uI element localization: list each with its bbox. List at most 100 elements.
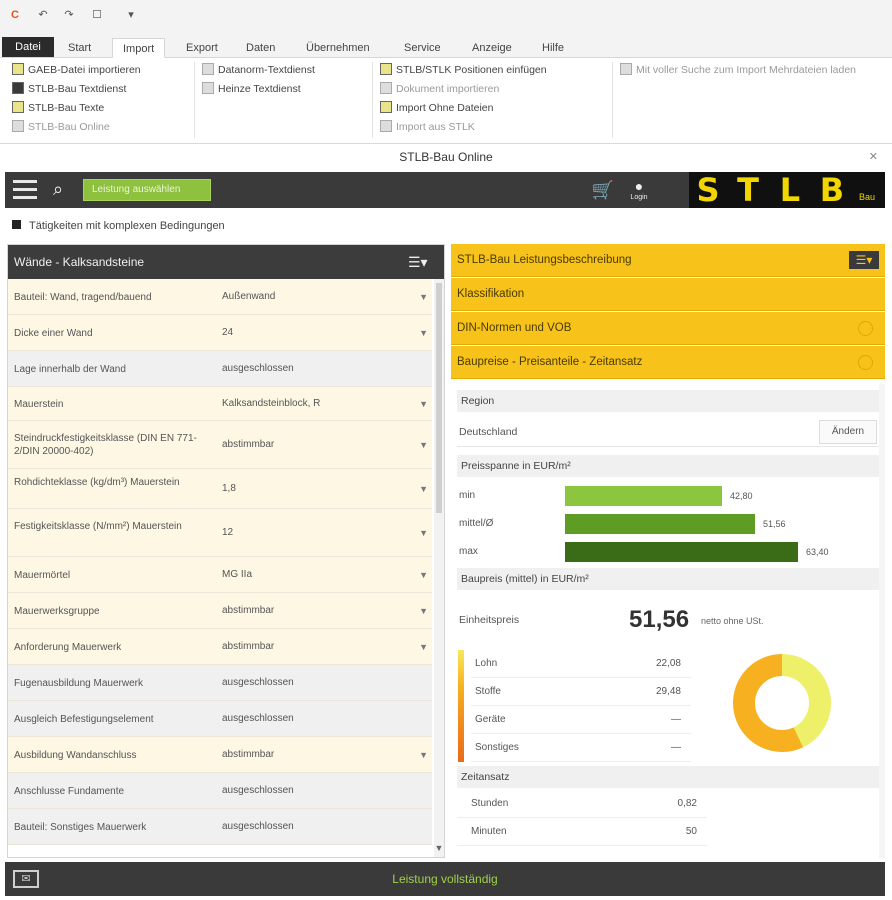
change-region-button[interactable]: Ändern	[819, 420, 877, 444]
cart-icon[interactable]: 🛒	[591, 178, 615, 202]
undo-icon[interactable]: ↶	[36, 8, 50, 22]
import-stlk-button[interactable]: Import aus STLK	[380, 119, 475, 136]
attribute-value[interactable]: 1,8	[222, 469, 236, 509]
attribute-value[interactable]: Kalksandsteinblock, R	[222, 387, 320, 421]
attribute-row[interactable]: Mauerstein Kalksandsteinblock, R ▼	[8, 387, 432, 421]
dropdown-arrow-icon[interactable]: ▼	[419, 593, 428, 629]
heinze-button[interactable]: Heinze Textdienst	[202, 81, 301, 98]
user-icon[interactable]: ● Login	[627, 178, 651, 202]
ribbon-separator	[372, 62, 373, 138]
tab-anzeige[interactable]: Anzeige	[462, 38, 522, 58]
dokument-import-button[interactable]: Dokument importieren	[380, 81, 499, 98]
tab-uebernehmen[interactable]: Übernehmen	[296, 38, 380, 58]
mehrdateien-button[interactable]: Mit voller Suche zum Import Mehrdateien …	[620, 62, 856, 79]
attribute-label: Anforderung Mauerwerk	[14, 641, 122, 653]
tab-daten[interactable]: Daten	[236, 38, 285, 58]
datanorm-button[interactable]: Datanorm-Textdienst	[202, 62, 315, 79]
attribute-row[interactable]: Anschlusse Fundamente ausgeschlossen	[8, 773, 432, 809]
tab-start[interactable]: Start	[58, 38, 101, 58]
scrollbar[interactable]	[879, 384, 885, 858]
section-baupreise[interactable]: Baupreise - Preisanteile - Zeitansatz	[451, 346, 885, 379]
dropdown-arrow-icon[interactable]: ▼	[419, 557, 428, 593]
attribute-row[interactable]: Ausgleich Befestigungselement ausgeschlos…	[8, 701, 432, 737]
attribute-value[interactable]: abstimmbar	[222, 737, 274, 773]
price-value: 63,40	[806, 547, 829, 557]
attribute-label: Festigkeitsklasse (N/mm²) Mauerstein	[14, 521, 182, 532]
dropdown-arrow-icon[interactable]: ▼	[419, 421, 428, 469]
dropdown-arrow-icon[interactable]: ▼	[419, 629, 428, 665]
section-klassifikation[interactable]: Klassifikation	[451, 278, 885, 311]
tab-hilfe[interactable]: Hilfe	[532, 38, 574, 58]
section-title: Baupreise - Preisanteile - Zeitansatz	[457, 356, 643, 368]
attribute-row[interactable]: Steindruckfestigkeitsklasse (DIN EN 771-…	[8, 421, 432, 469]
expand-circle-icon[interactable]	[858, 355, 873, 370]
attribute-row[interactable]: Rohdichteklasse (kg/dm³) Mauerstein 1,8 ▼	[8, 469, 432, 509]
attribute-value[interactable]: Außenwand	[222, 279, 275, 315]
main-toolbar: ⌕ Leistung auswählen 🛒 ● Login S T L B Ba…	[5, 172, 885, 208]
dropdown-arrow-icon[interactable]: ▼	[419, 315, 428, 351]
attribute-row[interactable]: Dicke einer Wand 24 ▼	[8, 315, 432, 351]
hamburger-menu-icon[interactable]	[13, 180, 37, 200]
status-bar: ✉ Leistung vollständig	[5, 862, 885, 896]
dropdown-arrow-icon[interactable]: ▼	[419, 387, 428, 421]
app-icon[interactable]: C	[8, 8, 22, 22]
attribute-value: ausgeschlossen	[222, 677, 294, 688]
ribbon-tab-bar: Datei Start Import Export Daten Übernehm…	[0, 34, 892, 58]
tab-export[interactable]: Export	[176, 38, 228, 58]
attribute-value[interactable]: abstimmbar	[222, 421, 274, 469]
stlb-texte-label: STLB-Bau Texte	[28, 102, 105, 114]
detail-panel: STLB-Bau Leistungsbeschreibung ☰▾ Klassi…	[451, 244, 885, 858]
attribute-row[interactable]: Fugenausbildung Mauerwerk ausgeschlossen	[8, 665, 432, 701]
attribute-row[interactable]: Festigkeitsklasse (N/mm²) Mauerstein 12 ▼	[8, 509, 432, 557]
tab-import[interactable]: Import	[112, 38, 166, 58]
attribute-row[interactable]: Mauerwerksgruppe abstimmbar ▼	[8, 593, 432, 629]
dropdown-arrow-icon[interactable]: ▼	[419, 469, 428, 509]
attribute-row[interactable]: Lage innerhalb der Wand ausgeschlossen	[8, 351, 432, 387]
dropdown-arrow-icon[interactable]: ▼	[419, 509, 428, 557]
search-input[interactable]: Leistung auswählen	[83, 179, 211, 201]
scroll-down-icon[interactable]: ▼	[434, 843, 444, 853]
attribute-row[interactable]: Mauermörtel MG IIa ▼	[8, 557, 432, 593]
stlb-texte-button[interactable]: STLB-Bau Texte	[12, 100, 104, 117]
attribute-row[interactable]: Bauteil: Sonstiges Mauerwerk ausgeschloss…	[8, 809, 432, 845]
checkbox-icon[interactable]	[12, 220, 21, 229]
section-menu-icon[interactable]: ☰▾	[849, 251, 879, 269]
datanorm-label: Datanorm-Textdienst	[218, 64, 315, 76]
attribute-value[interactable]: MG IIa	[222, 557, 252, 593]
attribute-value[interactable]: 24	[222, 315, 233, 351]
tab-service[interactable]: Service	[394, 38, 451, 58]
close-icon[interactable]: ✕	[869, 145, 878, 170]
stlb-textdienst-button[interactable]: STLB-Bau Textdienst	[12, 81, 126, 98]
price-value: 42,80	[730, 491, 753, 501]
search-icon[interactable]: ⌕	[53, 178, 75, 200]
section-din-normen[interactable]: DIN-Normen und VOB	[451, 312, 885, 345]
stlb-logo: S T L B Bau	[689, 172, 885, 208]
redo-icon[interactable]: ↷	[62, 8, 76, 22]
scrollbar-thumb[interactable]	[436, 283, 442, 513]
stlb-online-button[interactable]: STLB-Bau Online	[12, 119, 110, 136]
panel-menu-icon[interactable]: ☰▾	[408, 254, 438, 270]
attribute-panel-header: Wände - Kalksandsteine ☰▾	[8, 245, 444, 279]
gaeb-import-button[interactable]: GAEB-Datei importieren	[12, 62, 141, 79]
dropdown-icon[interactable]: ▾	[124, 8, 138, 22]
attribute-value[interactable]: abstimmbar	[222, 629, 274, 665]
section-leistungsbeschreibung[interactable]: STLB-Bau Leistungsbeschreibung ☰▾	[451, 244, 885, 277]
tab-datei[interactable]: Datei	[2, 37, 54, 57]
attribute-value[interactable]: 12	[222, 509, 233, 557]
scrollbar[interactable]: ▼	[434, 279, 444, 857]
expand-circle-icon[interactable]	[858, 321, 873, 336]
stlb-texte-icon	[12, 101, 24, 113]
attribute-row[interactable]: Bauteil: Wand, tragend/bauend Außenwand ▼	[8, 279, 432, 315]
dropdown-arrow-icon[interactable]: ▼	[419, 279, 428, 315]
stlb-einfuegen-button[interactable]: STLB/STLK Positionen einfügen	[380, 62, 547, 79]
import-ohne-button[interactable]: Import Ohne Dateien	[380, 100, 493, 117]
dokument-import-label: Dokument importieren	[396, 83, 500, 95]
attribute-row[interactable]: Anforderung Mauerwerk abstimmbar ▼	[8, 629, 432, 665]
attribute-label: Mauermörtel	[14, 569, 71, 581]
dropdown-arrow-icon[interactable]: ▼	[419, 737, 428, 773]
attribute-value[interactable]: abstimmbar	[222, 593, 274, 629]
window-icon[interactable]: ☐	[90, 8, 104, 22]
attribute-row[interactable]: Ausbildung Wandanschluss abstimmbar ▼	[8, 737, 432, 773]
attribute-panel: Wände - Kalksandsteine ☰▾ Bauteil: Wand,…	[7, 244, 445, 858]
complex-conditions-option[interactable]: Tätigkeiten mit komplexen Bedingungen	[12, 218, 225, 234]
